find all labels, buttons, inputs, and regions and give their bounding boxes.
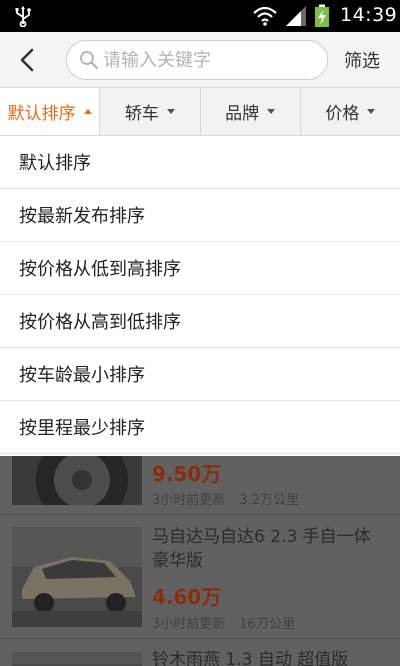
tab-default-sort[interactable]: 默认排序 xyxy=(0,88,101,135)
sort-option-price-asc[interactable]: 按价格从低到高排序 xyxy=(0,242,400,295)
listing-title: 马自达马自达6 2.3 手自一体 豪华版 xyxy=(152,527,371,571)
listing-mileage: 3.2万公里 xyxy=(239,493,299,508)
caret-up-icon xyxy=(83,109,92,114)
tab-price[interactable]: 价格 xyxy=(301,88,400,135)
wifi-icon xyxy=(253,6,277,26)
clock: 14:39 xyxy=(340,4,398,26)
sort-option-default[interactable]: 默认排序 xyxy=(0,136,400,189)
caret-down-icon xyxy=(267,109,276,114)
sort-option-newest[interactable]: 按最新发布排序 xyxy=(0,189,400,242)
caret-down-icon xyxy=(166,109,175,114)
car-thumbnail xyxy=(12,652,142,666)
listing-updated: 3小时前更新 xyxy=(152,493,226,508)
usb-icon xyxy=(15,6,31,27)
listing-updated: 3小时前更新 xyxy=(152,617,226,632)
tab-label: 价格 xyxy=(325,104,360,124)
sort-option-mileage-asc[interactable]: 按里程最少排序 xyxy=(0,401,400,454)
status-bar: 14:39 xyxy=(0,0,400,32)
top-bar: 筛选 xyxy=(0,32,400,88)
caret-down-icon xyxy=(367,109,376,114)
listing-meta: 3小时前更新 16万公里 xyxy=(152,613,295,632)
sort-option-price-desc[interactable]: 按价格从高到低排序 xyxy=(0,295,400,348)
signal-icon xyxy=(286,6,306,26)
listing-mileage: 16万公里 xyxy=(239,617,295,632)
search-box[interactable] xyxy=(66,40,328,80)
tab-label: 品牌 xyxy=(225,104,260,124)
listing-meta: 3小时前更新 3.2万公里 xyxy=(152,489,299,508)
list-item[interactable]: 铃木雨燕 1.3 自动 超值版 xyxy=(0,640,400,666)
list-item[interactable]: 马自达马自达6 2.3 手自一体 豪华版 4.60万 3小时前更新 16万公里 xyxy=(0,515,400,639)
tab-label: 默认排序 xyxy=(7,104,76,124)
sort-option-age-asc[interactable]: 按车龄最小排序 xyxy=(0,348,400,401)
search-icon xyxy=(80,51,98,69)
tab-sedan[interactable]: 轿车 xyxy=(100,88,201,135)
tab-brand[interactable]: 品牌 xyxy=(201,88,301,135)
car-listing: 9.50万 3小时前更新 3.2万公里 马自达马自达6 2.3 手自一体 豪华版 … xyxy=(0,410,400,666)
listing-title: 铃木雨燕 1.3 自动 超值版 xyxy=(152,650,349,666)
car-thumbnail xyxy=(12,527,142,627)
search-input[interactable] xyxy=(103,45,317,75)
listing-price: 9.50万 xyxy=(152,462,222,486)
listing-price: 4.60万 xyxy=(152,585,222,609)
back-arrow-icon[interactable] xyxy=(10,42,46,78)
battery-charging-icon xyxy=(315,4,329,27)
sort-dropdown-menu: 默认排序 按最新发布排序 按价格从低到高排序 按价格从高到低排序 按车龄最小排序… xyxy=(0,136,400,456)
filter-button[interactable]: 筛选 xyxy=(344,47,380,73)
sort-tabs: 默认排序 轿车 品牌 价格 xyxy=(0,88,400,136)
tab-label: 轿车 xyxy=(124,104,159,124)
